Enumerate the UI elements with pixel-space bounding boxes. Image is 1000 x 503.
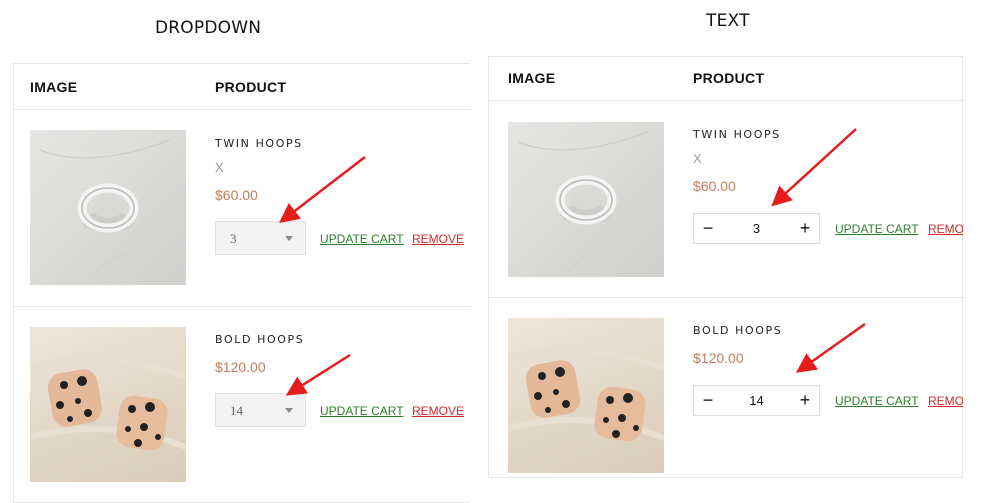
row-divider [489,297,964,298]
quantity-dropdown[interactable]: 3 [215,221,306,255]
cart-table-dropdown: IMAGE PRODUCT TWIN HOOPS X $60.00 3 UPDA… [13,63,471,503]
remove-link[interactable]: REMOVE [412,404,464,418]
product-image-twin-hoops[interactable] [508,122,664,277]
column-header-image: IMAGE [508,70,556,86]
header-divider [14,109,471,110]
header-divider [489,100,964,101]
column-header-product: PRODUCT [215,79,287,95]
product-price: $60.00 [215,187,258,203]
product-name[interactable]: TWIN HOOPS [215,137,303,150]
row-divider [14,306,471,307]
quantity-stepper[interactable]: − 14 + [693,385,820,416]
chevron-down-icon [285,408,293,413]
minus-icon[interactable]: − [694,386,722,415]
quantity-stepper[interactable]: − 3 + [693,213,820,244]
product-image-twin-hoops[interactable] [30,130,186,285]
product-price: $120.00 [693,350,744,366]
product-variant: X [693,151,702,166]
product-image-bold-hoops[interactable] [508,318,664,473]
quantity-input[interactable]: 14 [724,386,789,415]
product-name[interactable]: TWIN HOOPS [693,128,781,141]
quantity-dropdown[interactable]: 14 [215,393,306,427]
update-cart-link[interactable]: UPDATE CART [835,394,919,408]
column-header-image: IMAGE [30,79,78,95]
product-image-bold-hoops[interactable] [30,327,186,482]
update-cart-link[interactable]: UPDATE CART [835,222,919,236]
dropdown-heading: DROPDOWN [155,18,262,38]
quantity-input[interactable]: 3 [724,214,789,243]
chevron-down-icon [285,236,293,241]
earrings-image [508,347,664,442]
column-header-product: PRODUCT [693,70,765,86]
product-price: $120.00 [215,359,266,375]
ring-image [517,131,659,273]
product-name[interactable]: BOLD HOOPS [693,324,782,337]
quantity-value: 3 [230,231,237,246]
update-cart-link[interactable]: UPDATE CART [320,232,404,246]
plus-icon[interactable]: + [791,386,819,415]
product-price: $60.00 [693,178,736,194]
update-cart-link[interactable]: UPDATE CART [320,404,404,418]
plus-icon[interactable]: + [791,214,819,243]
remove-link[interactable]: REMO [928,222,963,236]
product-variant: X [215,160,224,175]
quantity-value: 14 [230,403,243,418]
remove-link[interactable]: REMOVE [412,232,464,246]
minus-icon[interactable]: − [694,214,722,243]
earrings-image [30,356,186,451]
remove-link[interactable]: REMO [928,394,963,408]
cart-table-text: IMAGE PRODUCT TWIN HOOPS X $60.00 − 3 + … [488,56,964,478]
text-heading: TEXT [706,11,750,31]
ring-image [39,139,181,281]
product-name[interactable]: BOLD HOOPS [215,333,304,346]
